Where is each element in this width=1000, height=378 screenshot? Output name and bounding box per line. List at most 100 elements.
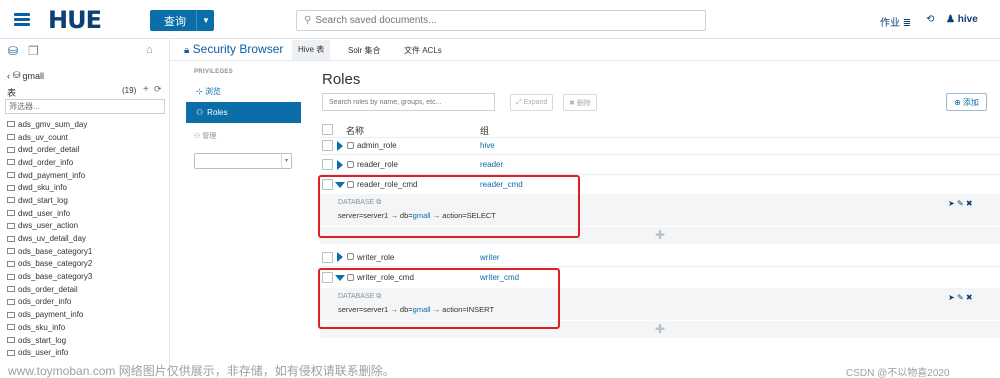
select-arrow-icon[interactable]: ▾ (281, 154, 291, 168)
table-list-item[interactable]: ods_sku_info (7, 321, 167, 334)
roles-nav-button[interactable]: ⚇ Roles (186, 102, 301, 123)
table-name: dwd_order_detail (18, 145, 80, 155)
expand-triangle-icon[interactable] (337, 160, 343, 170)
table-name: ods_base_category3 (18, 272, 93, 282)
refresh-icon[interactable]: ⟳ (154, 84, 162, 95)
table-list-item[interactable]: ads_uv_count (7, 131, 167, 144)
expand-triangle-icon[interactable] (337, 252, 343, 262)
table-list-item[interactable]: dwd_start_log (7, 194, 167, 207)
add-table-icon[interactable]: + (143, 84, 149, 95)
highlight-box (318, 175, 580, 238)
table-icon (7, 260, 15, 267)
edit-icon[interactable]: ✎ (957, 293, 964, 302)
table-name: dwd_user_info (18, 208, 71, 218)
table-list-item[interactable]: ods_order_info (7, 296, 167, 309)
table-filter-input[interactable] (9, 102, 159, 111)
roles-search[interactable] (322, 93, 495, 111)
remove-icon[interactable]: ✖ (966, 199, 973, 208)
db-breadcrumb[interactable]: ‹ ⛁ gmall (7, 70, 44, 81)
role-group-link[interactable]: reader (480, 160, 503, 169)
hue-logo[interactable]: HUE (48, 6, 102, 34)
table-list-item[interactable]: ods_start_log (7, 334, 167, 347)
table-name: ads_gmv_sum_day (18, 119, 88, 129)
documents-icon[interactable]: ❐ (28, 44, 39, 58)
briefcase-icon[interactable]: ⌂ (146, 44, 153, 56)
caret-down-icon[interactable]: ▼ (202, 16, 210, 25)
table-list-item[interactable]: ods_base_category3 (7, 270, 167, 283)
hamburger-menu-icon[interactable] (14, 13, 30, 26)
table-name: dws_uv_detail_day (18, 234, 87, 244)
role-group-link[interactable]: hive (480, 141, 495, 150)
sitemap-icon: ⊹ (196, 87, 203, 96)
query-button[interactable]: 查询 ▼ (150, 10, 214, 31)
col-name-header: 名称 (346, 126, 365, 136)
edit-icon[interactable]: ✎ (957, 199, 964, 208)
global-search-input[interactable] (315, 15, 696, 26)
tab-hive[interactable]: Hive 表 (292, 40, 331, 60)
add-role-label: 添加 (962, 97, 979, 107)
jobs-icon: ≣ (902, 18, 912, 29)
table-list-item[interactable]: dwd_payment_info (7, 169, 167, 182)
browse-link-label: 浏览 (204, 87, 221, 96)
table-list-item[interactable]: dws_user_action (7, 220, 167, 233)
table-icon (7, 298, 15, 305)
table-icon (7, 311, 15, 318)
table-name: dwd_order_info (18, 157, 74, 167)
add-privilege-icon[interactable]: ✚ (655, 228, 665, 242)
table-list-item[interactable]: ods_base_category2 (7, 258, 167, 271)
remove-icon[interactable]: ✖ (966, 293, 973, 302)
back-chevron-icon[interactable]: ‹ (7, 71, 10, 81)
table-icon (7, 159, 15, 166)
row-checkbox[interactable] (322, 159, 333, 170)
send-icon[interactable]: ➤ (948, 199, 955, 208)
delete-button[interactable]: ✖ 删除 (563, 94, 597, 111)
tab-solr[interactable]: Solr 集合 (348, 45, 380, 56)
table-filter[interactable] (5, 99, 165, 114)
table-name: ods_sku_info (18, 322, 66, 332)
history-icon[interactable]: ⟲ (926, 14, 934, 25)
expand-button[interactable]: ⤢ Expand (510, 94, 554, 111)
role-icon (347, 253, 354, 260)
security-browser-title: 🔒︎ Security Browser (184, 42, 283, 56)
header-divider (170, 60, 1000, 61)
admin-group-select[interactable]: ▾ (194, 153, 292, 169)
table-list-item[interactable]: dwd_order_detail (7, 143, 167, 156)
table-name: ods_base_category1 (18, 246, 93, 256)
expand-triangle-icon[interactable] (337, 141, 343, 151)
privileges-label: PRIVILEGES (194, 69, 234, 75)
table-icon (7, 324, 15, 331)
table-icon (7, 172, 15, 179)
page-title: Roles (322, 71, 361, 88)
jobs-link[interactable]: 作业 ≣ (880, 14, 911, 29)
add-privilege-icon[interactable]: ✚ (655, 322, 665, 336)
send-icon[interactable]: ➤ (948, 293, 955, 302)
roles-nav-label: Roles (207, 108, 228, 117)
table-list-item[interactable]: dwd_sku_info (7, 181, 167, 194)
table-name: dws_user_action (18, 221, 79, 231)
role-group-link[interactable]: writer (480, 253, 500, 262)
table-list-item[interactable]: ods_payment_info (7, 308, 167, 321)
table-list-item[interactable]: dwd_order_info (7, 156, 167, 169)
browse-link[interactable]: ⊹ 浏览 (196, 86, 221, 97)
row-checkbox[interactable] (322, 140, 333, 151)
query-button-separator (196, 10, 197, 31)
table-list-item[interactable]: ads_gmv_sum_day (7, 118, 167, 131)
global-search[interactable]: ⚲ (296, 10, 706, 31)
table-list-item[interactable]: ods_user_info (7, 346, 167, 359)
roles-search-input[interactable] (329, 98, 489, 106)
admin-users-icon: ⚇ (194, 133, 201, 140)
select-all-checkbox[interactable] (322, 124, 333, 135)
expand-label: Expand (523, 99, 548, 106)
table-list-item[interactable]: dwd_user_info (7, 207, 167, 220)
tab-file-acls[interactable]: 文件 ACLs (404, 45, 442, 56)
row-checkbox[interactable] (322, 252, 333, 263)
table-list-item[interactable]: dws_uv_detail_day (7, 232, 167, 245)
add-role-button[interactable]: ⊕ 添加 (946, 93, 987, 111)
user-menu[interactable]: ♟ hive (946, 14, 978, 25)
table-list-item[interactable]: ods_order_detail (7, 283, 167, 296)
database-icon[interactable]: ⛁ (8, 44, 18, 58)
privilege-actions: ➤ ✎ ✖ (948, 199, 973, 208)
table-list-item[interactable]: ods_base_category1 (7, 245, 167, 258)
table-icon (7, 210, 15, 217)
query-button-label: 查询 (164, 15, 186, 28)
